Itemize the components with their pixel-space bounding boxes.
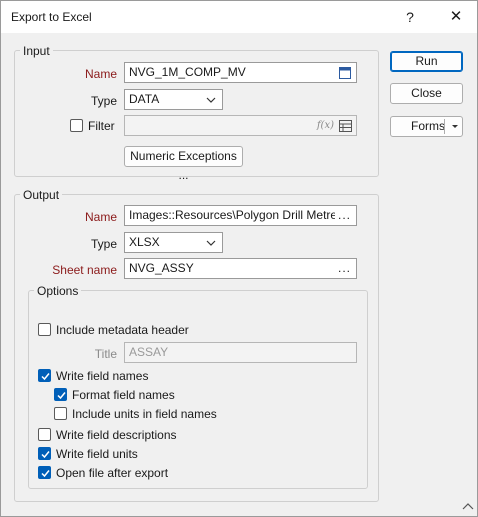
close-icon[interactable]: ✕ [443,4,469,30]
forms-dropdown-arrow-icon[interactable] [449,117,461,142]
write-field-names-checkbox[interactable] [38,369,51,382]
write-field-names-label: Write field names [56,369,149,383]
output-name-label: Name [84,210,117,224]
sheet-name-value: NVG_ASSY [129,261,194,275]
input-type-value: DATA [129,92,160,106]
input-group-label: Input [20,44,53,58]
grid-icon[interactable] [339,119,352,135]
input-name-field[interactable]: NVG_1M_COMP_MV [124,62,357,83]
title-label: Title [94,347,117,361]
output-group-label: Output [20,188,63,202]
write-field-units-label: Write field units [56,447,138,461]
include-metadata-label: Include metadata header [56,323,189,337]
write-field-descriptions-checkbox[interactable] [38,428,51,441]
forms-divider [444,119,445,134]
include-units-label: Include units in field names [72,407,217,421]
fx-icon[interactable]: f(x) [317,116,334,135]
output-name-value: Images::Resources\Polygon Drill Metres [129,208,344,222]
filter-checkbox[interactable] [70,119,83,132]
numeric-exceptions-button[interactable]: Numeric Exceptions ... [124,146,243,182]
title-bar: Export to Excel ? ✕ [1,1,477,33]
sheet-name-label: Sheet name [52,263,117,277]
input-type-select[interactable]: DATA [124,89,223,110]
open-after-export-checkbox[interactable] [38,466,51,479]
include-metadata-checkbox[interactable] [38,323,51,336]
title-field[interactable]: ASSAY [124,342,357,363]
input-name-label: Name [84,67,117,81]
forms-button[interactable]: Forms [390,116,463,137]
options-group-label: Options [34,284,82,298]
chevron-down-icon [205,90,217,109]
table-picker-icon[interactable] [339,66,351,82]
filter-label: Filter [88,119,115,133]
open-after-export-label: Open file after export [56,466,169,480]
sheet-name-field[interactable]: NVG_ASSY ... [124,258,357,279]
write-field-units-checkbox[interactable] [38,447,51,460]
dialog-title: Export to Excel [11,10,92,24]
input-name-value: NVG_1M_COMP_MV [129,65,246,79]
output-browse-button[interactable]: ... [334,206,351,225]
write-field-descriptions-label: Write field descriptions [56,428,177,442]
run-button[interactable]: Run [390,51,463,72]
output-type-select[interactable]: XLSX [124,232,223,253]
chevron-down-icon [205,233,217,252]
filter-field[interactable]: f(x) [124,115,357,136]
output-type-label: Type [90,237,117,251]
forms-label: Forms [411,119,445,133]
include-units-checkbox[interactable] [54,407,67,420]
output-type-value: XLSX [129,235,160,249]
close-button[interactable]: Close [390,83,463,104]
input-type-label: Type [90,94,117,108]
chevron-up-icon[interactable] [461,501,475,513]
output-name-field[interactable]: Images::Resources\Polygon Drill Metres .… [124,205,357,226]
export-to-excel-dialog: Export to Excel ? ✕ Input Name NVG_1M_CO… [0,0,478,517]
format-field-names-checkbox[interactable] [54,388,67,401]
sheet-browse-button[interactable]: ... [338,259,351,278]
help-icon[interactable]: ? [397,4,423,30]
title-value: ASSAY [129,345,169,359]
format-field-names-label: Format field names [72,388,175,402]
